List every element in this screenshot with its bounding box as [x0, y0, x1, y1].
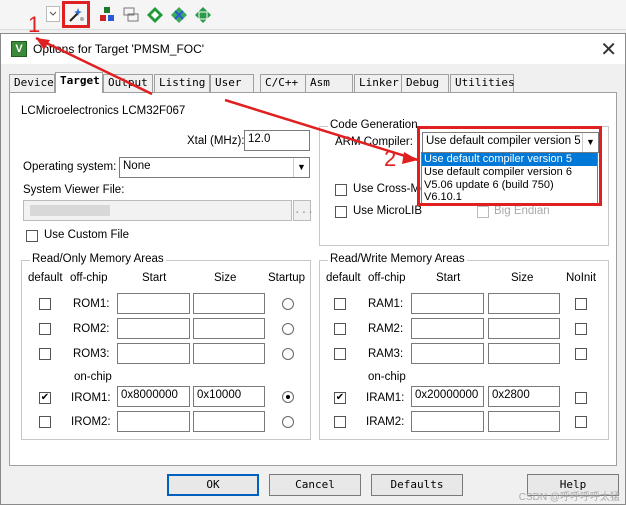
- annotation-box-2: [417, 126, 602, 206]
- annotation-number-2: 2: [384, 146, 397, 171]
- annotation-arrows: [35, 36, 419, 164]
- annotation-box-1: [62, 1, 90, 28]
- annotation-number-1: 1: [28, 12, 41, 37]
